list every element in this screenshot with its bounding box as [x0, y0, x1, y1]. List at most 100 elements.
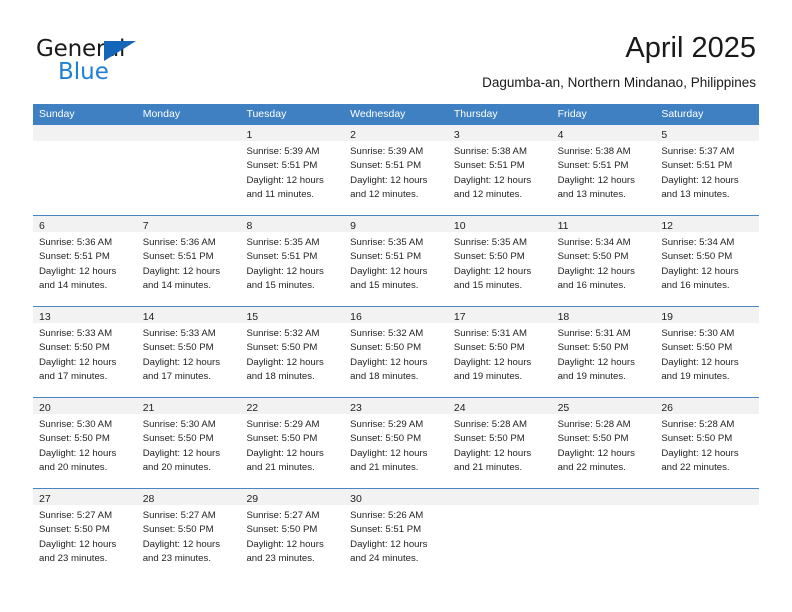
day-detail-line: and 19 minutes. — [557, 370, 626, 382]
calendar-day-cell[interactable]: 6 Sunrise: 5:36 AM Sunset: 5:51 PM Daylight… — [33, 216, 137, 305]
day-details: Sunrise: 5:34 AM Sunset: 5:50 PM Daylight:… — [552, 232, 656, 293]
day-details: Sunrise: 5:30 AM Sunset: 5:50 PM Daylight:… — [137, 414, 241, 475]
day-number: 11 — [557, 220, 569, 232]
day-number: 10 — [453, 220, 466, 232]
day-detail-line: and 15 minutes. — [246, 279, 315, 291]
calendar-day-cell[interactable]: 3 Sunrise: 5:38 AM Sunset: 5:51 PM Daylight… — [447, 125, 552, 214]
day-detail-line: Sunset: 5:51 PM — [246, 251, 318, 263]
day-details: Sunrise: 5:30 AM Sunset: 5:50 PM Daylight:… — [33, 414, 137, 475]
day-detail-line: Sunrise: 5:39 AM — [350, 146, 424, 157]
day-detail-line: and 15 minutes. — [350, 279, 419, 291]
day-detail-line: Sunrise: 5:27 AM — [39, 510, 113, 521]
day-detail-line: Sunrise: 5:28 AM — [557, 419, 631, 430]
calendar-day-cell[interactable]: 20 Sunrise: 5:30 AM Sunset: 5:50 PM Dayligh… — [33, 398, 137, 487]
day-number: 14 — [142, 311, 155, 323]
day-detail-line: Sunset: 5:51 PM — [39, 251, 110, 263]
calendar-day-cell[interactable]: 11 Sunrise: 5:34 AM Sunset: 5:50 PM Dayligh… — [551, 216, 656, 305]
general-blue-logo[interactable]: General Blue — [36, 36, 166, 86]
calendar-day-cell[interactable]: 27 Sunrise: 5:27 AM Sunset: 5:50 PM Dayligh… — [33, 489, 137, 578]
calendar-day-cell[interactable]: 17 Sunrise: 5:31 AM Sunset: 5:50 PM Dayligh… — [447, 307, 552, 396]
calendar-day-cell-empty — [655, 489, 760, 578]
day-number-band: 13 — [33, 307, 137, 323]
day-number-band: 2 — [344, 125, 448, 141]
day-number: 3 — [453, 129, 460, 141]
day-detail-line: Daylight: 12 hours — [142, 447, 221, 459]
day-number: 24 — [453, 402, 466, 414]
page-subtitle: Dagumba-an, Northern Mindanao, Philippin… — [482, 75, 756, 90]
day-detail-line: Sunrise: 5:29 AM — [246, 419, 320, 430]
page-title: April 2025 — [625, 32, 756, 64]
weekday-header-tuesday: Tuesday — [246, 108, 287, 120]
day-detail-line: Sunset: 5:50 PM — [246, 524, 318, 536]
calendar-day-cell[interactable]: 24 Sunrise: 5:28 AM Sunset: 5:50 PM Dayligh… — [447, 398, 552, 487]
calendar-day-cell[interactable]: 8 Sunrise: 5:35 AM Sunset: 5:51 PM Daylight… — [240, 216, 345, 305]
day-detail-line: Sunrise: 5:38 AM — [557, 146, 631, 157]
calendar-day-cell[interactable]: 12 Sunrise: 5:34 AM Sunset: 5:50 PM Dayligh… — [655, 216, 760, 305]
day-detail-line: and 12 minutes. — [453, 188, 523, 200]
day-detail-line: Sunset: 5:50 PM — [350, 342, 422, 354]
day-number-band: 27 — [33, 489, 137, 505]
calendar-day-cell[interactable]: 4 Sunrise: 5:38 AM Sunset: 5:51 PM Daylight… — [551, 125, 656, 214]
calendar-day-cell[interactable]: 30 Sunrise: 5:26 AM Sunset: 5:51 PM Dayligh… — [344, 489, 448, 578]
day-detail-line: Sunrise: 5:35 AM — [350, 237, 424, 248]
day-detail-line: Sunset: 5:50 PM — [557, 251, 629, 263]
day-detail-line: Daylight: 12 hours — [39, 265, 117, 277]
day-details: Sunrise: 5:29 AM Sunset: 5:50 PM Daylight:… — [344, 414, 448, 475]
day-detail-line: Daylight: 12 hours — [557, 447, 635, 459]
calendar-day-cell[interactable]: 18 Sunrise: 5:31 AM Sunset: 5:50 PM Dayligh… — [551, 307, 656, 396]
day-detail-line: and 18 minutes. — [350, 370, 419, 382]
calendar-day-cell[interactable]: 26 Sunrise: 5:28 AM Sunset: 5:50 PM Dayligh… — [655, 398, 760, 487]
day-detail-line: and 14 minutes. — [39, 279, 108, 291]
day-details: Sunrise: 5:32 AM Sunset: 5:50 PM Daylight:… — [344, 323, 448, 384]
day-detail-line: Sunset: 5:50 PM — [246, 342, 318, 354]
calendar-day-cell[interactable]: 28 Sunrise: 5:27 AM Sunset: 5:50 PM Dayligh… — [136, 489, 241, 578]
day-detail-line: Sunset: 5:50 PM — [246, 433, 318, 445]
day-detail-line: Sunrise: 5:39 AM — [246, 146, 320, 157]
day-detail-line: Sunset: 5:51 PM — [350, 160, 422, 172]
day-details: Sunrise: 5:39 AM Sunset: 5:51 PM Daylight:… — [240, 141, 344, 202]
calendar-day-cell[interactable]: 14 Sunrise: 5:33 AM Sunset: 5:50 PM Dayligh… — [136, 307, 241, 396]
weekday-header-saturday: Saturday — [661, 108, 704, 120]
calendar-day-cell[interactable]: 1 Sunrise: 5:39 AM Sunset: 5:51 PM Daylight… — [240, 125, 345, 214]
day-number-band: 30 — [344, 489, 448, 505]
calendar-day-cell[interactable]: 10 Sunrise: 5:35 AM Sunset: 5:50 PM Dayligh… — [447, 216, 552, 305]
day-detail-line: Sunset: 5:50 PM — [453, 251, 525, 263]
day-detail-line: Sunset: 5:50 PM — [39, 342, 110, 354]
day-detail-line: Sunrise: 5:34 AM — [661, 237, 735, 248]
day-number-band: 6 — [33, 216, 137, 232]
day-detail-line: Sunset: 5:50 PM — [453, 433, 525, 445]
day-detail-line: and 13 minutes. — [661, 188, 730, 200]
calendar-day-cell[interactable]: 7 Sunrise: 5:36 AM Sunset: 5:51 PM Daylight… — [136, 216, 241, 305]
day-detail-line: and 21 minutes. — [453, 461, 523, 473]
day-detail-line: Sunrise: 5:30 AM — [142, 419, 216, 430]
day-detail-line: Daylight: 12 hours — [557, 265, 635, 277]
day-detail-line: Sunrise: 5:31 AM — [453, 328, 527, 339]
calendar-day-cell[interactable]: 5 Sunrise: 5:37 AM Sunset: 5:51 PM Daylight… — [655, 125, 760, 214]
day-number-band — [447, 489, 552, 505]
day-number-band: 4 — [551, 125, 656, 141]
calendar-day-cell[interactable]: 21 Sunrise: 5:30 AM Sunset: 5:50 PM Dayligh… — [136, 398, 241, 487]
calendar-day-cell[interactable]: 9 Sunrise: 5:35 AM Sunset: 5:51 PM Daylight… — [344, 216, 448, 305]
day-detail-line: Daylight: 12 hours — [350, 447, 428, 459]
calendar-day-cell[interactable]: 19 Sunrise: 5:30 AM Sunset: 5:50 PM Dayligh… — [655, 307, 760, 396]
calendar-day-cell[interactable]: 25 Sunrise: 5:28 AM Sunset: 5:50 PM Dayligh… — [551, 398, 656, 487]
calendar-day-cell[interactable]: 23 Sunrise: 5:29 AM Sunset: 5:50 PM Dayligh… — [344, 398, 448, 487]
calendar-week-row: 20 Sunrise: 5:30 AM Sunset: 5:50 PM Dayligh… — [33, 397, 760, 488]
calendar-day-cell[interactable]: 22 Sunrise: 5:29 AM Sunset: 5:50 PM Dayligh… — [240, 398, 345, 487]
day-number-band: 1 — [240, 125, 345, 141]
day-details: Sunrise: 5:27 AM Sunset: 5:50 PM Daylight:… — [137, 505, 241, 566]
calendar-day-cell[interactable]: 13 Sunrise: 5:33 AM Sunset: 5:50 PM Dayligh… — [33, 307, 137, 396]
day-detail-line: and 19 minutes. — [661, 370, 730, 382]
calendar-day-cell[interactable]: 15 Sunrise: 5:32 AM Sunset: 5:50 PM Dayligh… — [240, 307, 345, 396]
day-detail-line: Sunrise: 5:35 AM — [246, 237, 320, 248]
day-number-band: 20 — [33, 398, 137, 414]
day-number-band: 23 — [344, 398, 448, 414]
day-number-band: 8 — [240, 216, 345, 232]
day-detail-line: and 23 minutes. — [246, 552, 315, 564]
day-detail-line: Sunset: 5:50 PM — [39, 524, 110, 536]
calendar-day-cell[interactable]: 16 Sunrise: 5:32 AM Sunset: 5:50 PM Dayligh… — [344, 307, 448, 396]
calendar-day-cell[interactable]: 2 Sunrise: 5:39 AM Sunset: 5:51 PM Daylight… — [344, 125, 448, 214]
day-detail-line: and 16 minutes. — [557, 279, 626, 291]
day-detail-line: and 23 minutes. — [39, 552, 108, 564]
calendar-day-cell[interactable]: 29 Sunrise: 5:27 AM Sunset: 5:50 PM Dayligh… — [240, 489, 345, 578]
